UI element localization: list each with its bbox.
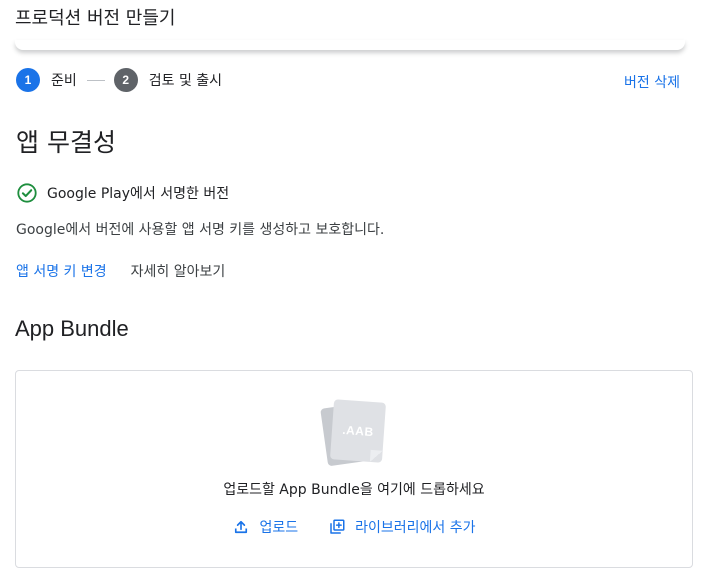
aab-file-label: .AAB xyxy=(341,422,375,440)
aab-file-icon: .AAB xyxy=(320,399,390,469)
step-1-label[interactable]: 준비 xyxy=(51,70,77,90)
drop-prompt: 업로드할 App Bundle을 여기에 드롭하세요 xyxy=(223,482,485,498)
step-connector xyxy=(86,79,105,81)
upload-button[interactable]: 업로드 xyxy=(228,515,302,539)
check-circle-icon xyxy=(17,183,37,203)
signing-description: Google에서 버전에 사용할 앱 서명 키를 생성하고 보호합니다. xyxy=(16,222,385,238)
signing-status: Google Play에서 서명한 버전 xyxy=(16,182,229,204)
app-integrity-title: 앱 무결성 xyxy=(16,128,116,157)
integrity-links: 앱 서명 키 변경 자세히 알아보기 xyxy=(16,261,225,281)
learn-more-link[interactable]: 자세히 알아보기 xyxy=(131,261,226,281)
aab-file-fold xyxy=(369,449,383,463)
step-2-indicator[interactable]: 2 xyxy=(113,68,138,92)
add-from-library-button[interactable]: 라이브러리에서 추가 xyxy=(324,515,479,539)
release-stepper: 1 준비 2 검토 및 출시 xyxy=(16,68,222,92)
add-from-library-label: 라이브러리에서 추가 xyxy=(355,520,476,536)
upload-button-label: 업로드 xyxy=(259,520,299,536)
delete-release-button[interactable]: 버전 삭제 xyxy=(624,72,680,92)
step-2-label[interactable]: 검토 및 출시 xyxy=(149,70,222,90)
header-divider xyxy=(15,40,685,50)
aab-file-front: .AAB xyxy=(329,399,387,463)
signing-status-text: Google Play에서 서명한 버전 xyxy=(47,186,230,202)
step-1-indicator[interactable]: 1 xyxy=(16,68,40,92)
page-title: 프로덕션 버전 만들기 xyxy=(15,8,176,29)
upload-icon xyxy=(235,520,248,534)
dropzone-actions: 업로드 라이브러리에서 추가 xyxy=(16,515,692,539)
app-bundle-dropzone[interactable]: .AAB 업로드할 App Bundle을 여기에 드롭하세요 업로드 라이브러… xyxy=(15,370,693,568)
library-add-icon xyxy=(330,519,345,534)
change-signing-key-link[interactable]: 앱 서명 키 변경 xyxy=(16,261,107,281)
app-bundle-title: App Bundle xyxy=(15,316,129,341)
